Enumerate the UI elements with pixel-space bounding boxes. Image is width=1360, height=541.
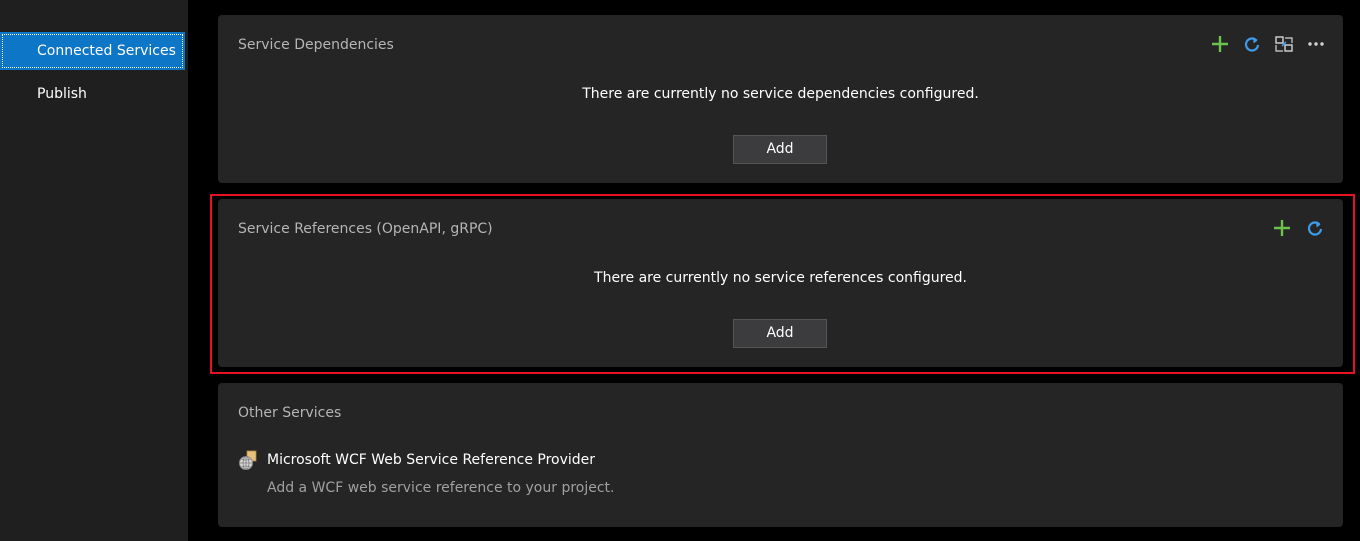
wcf-provider-name[interactable]: Microsoft WCF Web Service Reference Prov… [267,452,595,468]
other-services-card: Other Services Microsoft WCF Web Service… [218,383,1343,527]
wcf-provider-description: Add a WCF web service reference to your … [267,480,615,496]
service-references-title: Service References (OpenAPI, gRPC) [238,221,493,237]
other-services-title: Other Services [238,405,342,421]
service-dependencies-card: Service Dependencies There are currently… [218,15,1343,183]
service-dependencies-empty-message: There are currently no service dependenc… [582,86,979,102]
service-references-empty-message: There are currently no service reference… [594,270,967,286]
manage-icon[interactable] [1273,33,1295,55]
sidebar-item-publish[interactable]: Publish [0,75,185,113]
add-service-reference-button[interactable]: Add [733,319,827,348]
service-references-card: Service References (OpenAPI, gRPC) There… [218,199,1343,367]
sidebar-item-connected-services[interactable]: Connected Services [0,32,185,70]
add-icon[interactable] [1271,217,1293,239]
add-icon[interactable] [1209,33,1231,55]
refresh-icon[interactable] [1241,33,1263,55]
sidebar: Connected Services Publish [0,0,188,541]
service-dependencies-title: Service Dependencies [238,37,394,53]
wcf-globe-icon [237,450,259,472]
add-service-dependency-button[interactable]: Add [733,135,827,164]
refresh-icon[interactable] [1304,217,1326,239]
connected-services-page: Connected Services Publish Service Depen… [0,0,1360,541]
more-icon[interactable] [1305,33,1327,55]
